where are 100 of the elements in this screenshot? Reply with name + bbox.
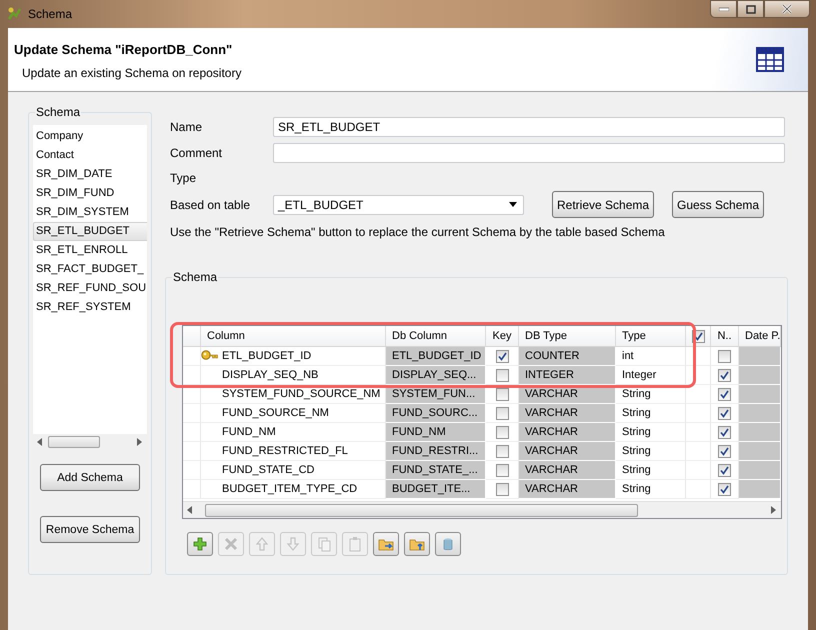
schema-list-item[interactable]: SR_DIM_FUND <box>33 184 147 203</box>
delete-icon <box>223 536 239 552</box>
table-cell: ETL_BUDGET_ID <box>386 347 486 366</box>
column-header[interactable]: Date P. <box>739 326 781 346</box>
schema-list-item[interactable]: SR_DIM_SYSTEM <box>33 203 147 222</box>
table-dropdown[interactable]: _ETL_BUDGET <box>273 194 524 214</box>
nullable-checkbox[interactable] <box>718 368 731 382</box>
retrieve-button[interactable]: Retrieve Schema <box>552 191 654 218</box>
table-cell: FUND_RESTRI... <box>386 442 486 461</box>
guess-button[interactable]: Guess Schema <box>672 191 764 218</box>
table-cell: VARCHAR <box>519 442 616 461</box>
table-cell: Integer <box>616 366 686 385</box>
field-label: Based on table <box>170 198 252 212</box>
column-header[interactable]: Column <box>201 326 386 346</box>
import-button[interactable] <box>373 532 399 556</box>
group-label: Schema <box>172 270 218 284</box>
table-cell: String <box>616 385 686 404</box>
schema-list-item[interactable]: SR_DIM_DATE <box>33 165 147 184</box>
window-title: Schema <box>28 7 74 21</box>
schema-list-item[interactable]: SR_REF_FUND_SOU <box>33 279 147 298</box>
table-icon <box>756 47 784 72</box>
row-header <box>183 404 201 423</box>
close-icon <box>781 4 793 14</box>
comment-field[interactable] <box>273 143 785 163</box>
table-cell: VARCHAR <box>519 461 616 480</box>
table-cell: String <box>616 461 686 480</box>
up-arrow-icon <box>254 536 270 552</box>
minimize-button[interactable] <box>710 0 737 18</box>
column-header[interactable]: N.. <box>711 326 739 346</box>
nullable-checkbox[interactable] <box>718 482 731 496</box>
column-header[interactable]: DB Type <box>519 326 616 346</box>
dialog-title: Update Schema "iReportDB_Conn" <box>14 42 234 56</box>
minimize-icon <box>718 7 728 11</box>
key-checkbox[interactable] <box>496 350 508 362</box>
maximize-button[interactable] <box>737 0 764 18</box>
table-cell: FUND_STATE_... <box>386 461 486 480</box>
row-header <box>183 366 201 385</box>
table-cell: DISPLAY_SEQ_NB <box>201 366 386 385</box>
app-icon <box>6 6 22 22</box>
column-header[interactable]: Db Column <box>386 326 486 346</box>
table-cell: FUND_NM <box>386 423 486 442</box>
row-header <box>183 423 201 442</box>
field-label: Comment <box>170 146 224 160</box>
table-cell: VARCHAR <box>519 480 616 499</box>
nullable-checkbox[interactable] <box>718 388 731 400</box>
schema-list-item[interactable]: SR_ETL_ENROLL <box>33 241 147 260</box>
table-cell: String <box>616 480 686 499</box>
paste-icon <box>347 536 363 552</box>
close-button[interactable] <box>764 0 810 18</box>
table-cell: COUNTER <box>519 347 616 366</box>
key-checkbox[interactable] <box>496 406 508 420</box>
key-checkbox[interactable] <box>496 482 508 496</box>
nullable-checkbox[interactable] <box>718 350 731 362</box>
schema-button[interactable]: Remove Schema <box>40 516 140 543</box>
field-label: Name <box>170 120 204 134</box>
row-header <box>183 480 201 499</box>
table-cell: String <box>616 404 686 423</box>
nullable-checkbox[interactable] <box>718 406 731 420</box>
key-checkbox[interactable] <box>496 368 508 382</box>
schema-list-item[interactable]: Company <box>33 127 147 146</box>
schema-list-item[interactable]: SR_FACT_BUDGET_ <box>33 260 147 279</box>
table-cell: FUND_SOURC... <box>386 404 486 423</box>
row-header <box>183 385 201 404</box>
scroll-right-icon <box>771 506 777 514</box>
nullable-checkbox[interactable] <box>718 464 731 476</box>
schema-button[interactable]: Add Schema <box>40 464 140 491</box>
row-header <box>183 461 201 480</box>
table-cell: BUDGET_ITE... <box>386 480 486 499</box>
table-cell: SYSTEM_FUND_SOURCE_NM <box>201 385 386 404</box>
row-header <box>183 442 201 461</box>
key-checkbox[interactable] <box>496 388 508 400</box>
table-cell: FUND_RESTRICTED_FL <box>201 442 386 461</box>
database-button[interactable] <box>435 532 461 556</box>
key-checkbox[interactable] <box>496 444 508 458</box>
key-checkbox[interactable] <box>496 464 508 476</box>
add-icon <box>192 536 208 552</box>
table-cell: INTEGER <box>519 366 616 385</box>
scroll-left-icon <box>187 506 193 514</box>
nullable-checkbox[interactable] <box>718 444 731 458</box>
caret-icon <box>509 202 517 207</box>
table-cell: DISPLAY_SEQ... <box>386 366 486 385</box>
maximize-icon <box>746 4 756 14</box>
dialog-subtitle: Update an existing Schema on repository <box>22 66 242 80</box>
table-cell: BUDGET_ITEM_TYPE_CD <box>201 480 386 499</box>
schema-list-item[interactable]: SR_ETL_BUDGET <box>33 222 147 241</box>
schema-list-item[interactable]: Contact <box>33 146 147 165</box>
key-checkbox[interactable] <box>496 426 508 438</box>
horizontal-scrollbar[interactable] <box>183 501 781 518</box>
column-header[interactable]: Key <box>486 326 519 346</box>
nullable-checkbox[interactable] <box>718 426 731 438</box>
copy-icon <box>316 536 332 552</box>
name-field[interactable]: SR_ETL_BUDGET <box>273 117 785 137</box>
schema-list-item[interactable]: SR_REF_SYSTEM <box>33 298 147 317</box>
add-button[interactable] <box>187 532 213 556</box>
scroll-left-icon <box>37 438 43 446</box>
column-header[interactable]: Type <box>616 326 686 346</box>
table-cell: VARCHAR <box>519 404 616 423</box>
export-button[interactable] <box>404 532 430 556</box>
hint-text: Use the "Retrieve Schema" button to replace the current Schema by the table based Schema <box>170 225 666 239</box>
table-cell: FUND_NM <box>201 423 386 442</box>
